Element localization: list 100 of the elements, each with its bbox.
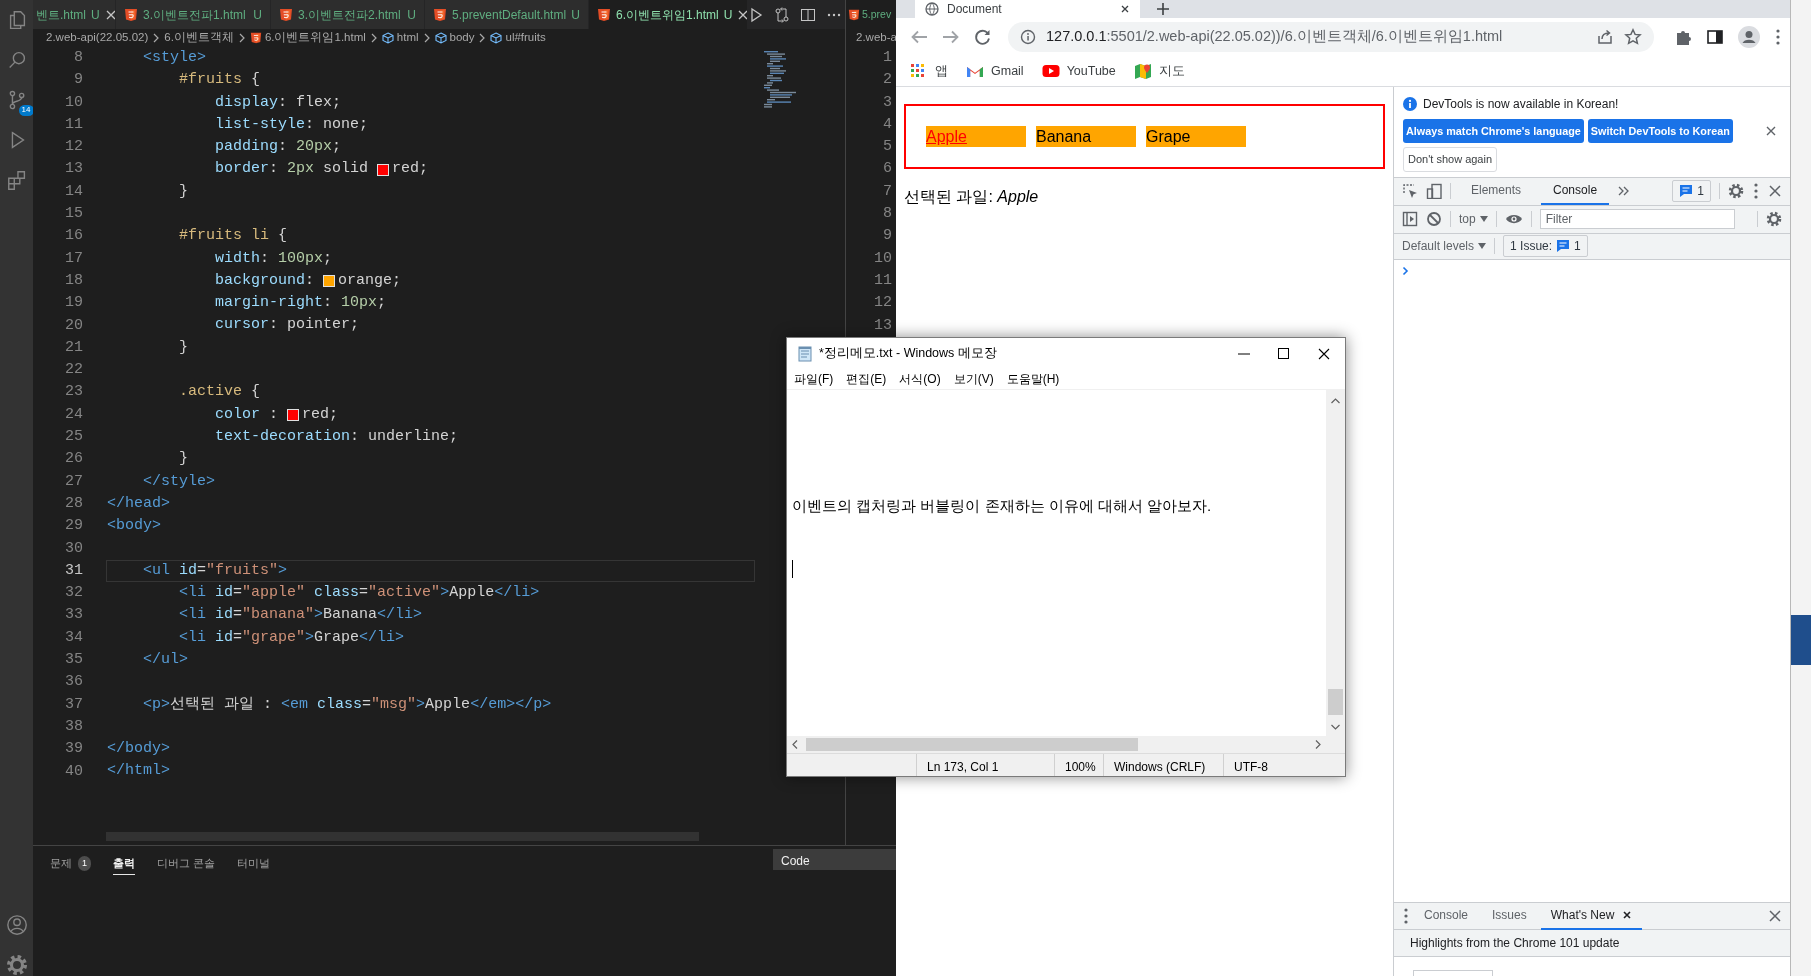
code-text: orange; — [338, 270, 402, 291]
code-line: #fruits { — [178, 70, 261, 91]
bookmark[interactable]: 지도 — [1133, 61, 1185, 81]
code-text: red; — [302, 404, 339, 425]
drawer-tab[interactable]: Issues — [1482, 902, 1537, 930]
line-number: 6 — [882, 159, 892, 180]
code-line: <li id="apple" class="active">Apple</li> — [178, 583, 540, 604]
code-line: text-decoration: underline; — [214, 426, 459, 447]
window-title: *정리메모.txt - Windows 메모장 — [819, 345, 997, 363]
line-number: 27 — [64, 471, 84, 492]
line-number: 29 — [64, 516, 84, 537]
line-number: 8 — [73, 48, 84, 68]
banner-text: DevTools is now available in Korean! — [1423, 96, 1619, 113]
code-line: margin-right: 10px; — [214, 293, 387, 314]
language-button[interactable]: Switch DevTools to Korean — [1587, 119, 1733, 144]
breadcrumb-item[interactable]: body — [434, 29, 475, 47]
editor-tab[interactable]: 3.이벤트전파2.html U — [271, 0, 425, 29]
issues-button[interactable]: 1 — [1672, 180, 1711, 203]
menu-item[interactable]: 보기(V) — [953, 370, 994, 388]
browser-tab[interactable]: Document — [915, 0, 1140, 18]
menu-item[interactable]: 서식(O) — [899, 370, 941, 388]
line-number: 34 — [64, 627, 84, 648]
line-number: 11 — [873, 270, 892, 291]
line-number: 37 — [64, 694, 84, 715]
code-line: <li id="grape">Grape</li> — [178, 627, 405, 648]
editor-tab[interactable]: 6.이벤트위임1.html U — [589, 0, 748, 29]
panel-tab[interactable]: 디버그 콘솔 — [157, 855, 216, 875]
editor-tab[interactable]: 3.이벤트전파1.html U — [116, 0, 271, 29]
code-line: } — [178, 337, 188, 358]
breadcrumb-item[interactable]: 6.이벤트객체 — [164, 29, 234, 47]
code-text: background: — [214, 270, 315, 291]
line-number: 7 — [882, 181, 892, 202]
line-number: 21 — [64, 337, 84, 358]
editor-tab[interactable]: 5.prev — [846, 0, 896, 29]
code-line: #fruits li { — [178, 226, 288, 247]
output-select[interactable]: Code — [773, 849, 896, 870]
line-number: 5 — [882, 137, 892, 158]
line-number: 22 — [64, 360, 84, 381]
code-line: .active { — [178, 382, 261, 403]
levels-select[interactable]: Default levels — [1402, 237, 1487, 256]
line-number: 4 — [882, 114, 892, 135]
editor-tab[interactable]: 5.preventDefault.html U — [425, 0, 589, 29]
bookmark[interactable]: YouTube — [1041, 61, 1116, 81]
line-number: 30 — [64, 538, 84, 559]
breadcrumb-item[interactable]: html — [381, 29, 419, 47]
editor-tab[interactable]: 벤트.html U — [33, 0, 116, 29]
panel-tab[interactable]: 터미널 — [237, 855, 271, 875]
fruit-item[interactable]: Banana — [1036, 126, 1136, 147]
breadcrumb-item[interactable]: 2.web-api(22.05.02) — [46, 29, 149, 47]
code-text: color : — [214, 404, 279, 425]
line-number: 36 — [64, 672, 84, 693]
code-line: width: 100px; — [214, 248, 333, 269]
line-number: 25 — [64, 427, 84, 448]
line-number: 10 — [64, 92, 84, 113]
line-number: 17 — [64, 248, 84, 269]
breadcrumb-item[interactable]: ul#fruits — [490, 29, 546, 47]
selected-fruit-text: 선택된 과일: Apple — [904, 187, 1040, 207]
code-text: border: 2px solid — [214, 159, 369, 180]
status-item: UTF-8 — [1223, 754, 1278, 776]
code-line: } — [178, 449, 188, 470]
code-text: red; — [392, 159, 429, 180]
line-number: 9 — [73, 70, 84, 91]
code-line: <p>선택된 과일 : <em class="msg">Apple</em></p> — [142, 694, 552, 715]
fruit-item[interactable]: Grape — [1146, 126, 1246, 147]
status-item: Ln 173, Col 1 — [916, 754, 1054, 776]
breadcrumb-item[interactable]: 6.이벤트위임1.html — [249, 29, 366, 47]
bookmark[interactable]: Gmail — [966, 61, 1024, 81]
language-button[interactable]: Always match Chrome's language — [1403, 119, 1584, 144]
menu-item[interactable]: 파일(F) — [794, 370, 834, 388]
line-number: 35 — [64, 650, 84, 670]
code-line: </body> — [107, 739, 170, 760]
address-bar[interactable]: 127.0.0.1:5501/2.web-api(22.05.02))/6.이벤트객체/6.이벤트위임1.html — [1008, 22, 1654, 52]
code-line: display: flex; — [214, 92, 342, 113]
code-line: <body> — [107, 516, 161, 537]
text-area[interactable]: 이벤트의 캡처링과 버블링이 존재하는 이유에 대해서 알아보자. — [787, 390, 1326, 736]
line-number: 8 — [882, 204, 892, 225]
filter-field[interactable]: Filter — [1539, 209, 1735, 230]
note-text: 이벤트의 캡처링과 버블링이 존재하는 이유에 대해서 알아보자. — [792, 496, 1212, 516]
line-number: 23 — [64, 382, 84, 403]
menu-item[interactable]: 도움말(H) — [1006, 370, 1060, 388]
code-line: <ul id="fruits"> — [142, 560, 288, 581]
dismiss-button[interactable]: Don't show again — [1403, 147, 1498, 172]
line-number: 12 — [64, 137, 84, 158]
line-number: 40 — [64, 761, 84, 782]
line-number: 12 — [873, 293, 892, 314]
code-line: </html> — [107, 761, 170, 782]
devtools-tab[interactable]: Elements — [1459, 177, 1534, 206]
issues-button[interactable]: 1 Issue: 1 — [1503, 235, 1588, 258]
code-line: list-style: none; — [214, 114, 369, 135]
context-select[interactable]: top — [1459, 210, 1488, 229]
panel-tab[interactable]: 출력 — [113, 855, 135, 875]
code-line: <style> — [142, 47, 207, 68]
count-badge: 14 — [18, 105, 33, 116]
line-number: 13 — [64, 159, 84, 180]
line-number: 38 — [64, 716, 84, 737]
line-number: 33 — [64, 605, 84, 626]
menu-item[interactable]: 편집(E) — [846, 370, 887, 388]
bookmark[interactable]: 앱 — [910, 61, 948, 81]
drawer-tab[interactable]: Console — [1414, 902, 1479, 930]
panel-tab[interactable]: 문제 1 — [50, 855, 91, 875]
